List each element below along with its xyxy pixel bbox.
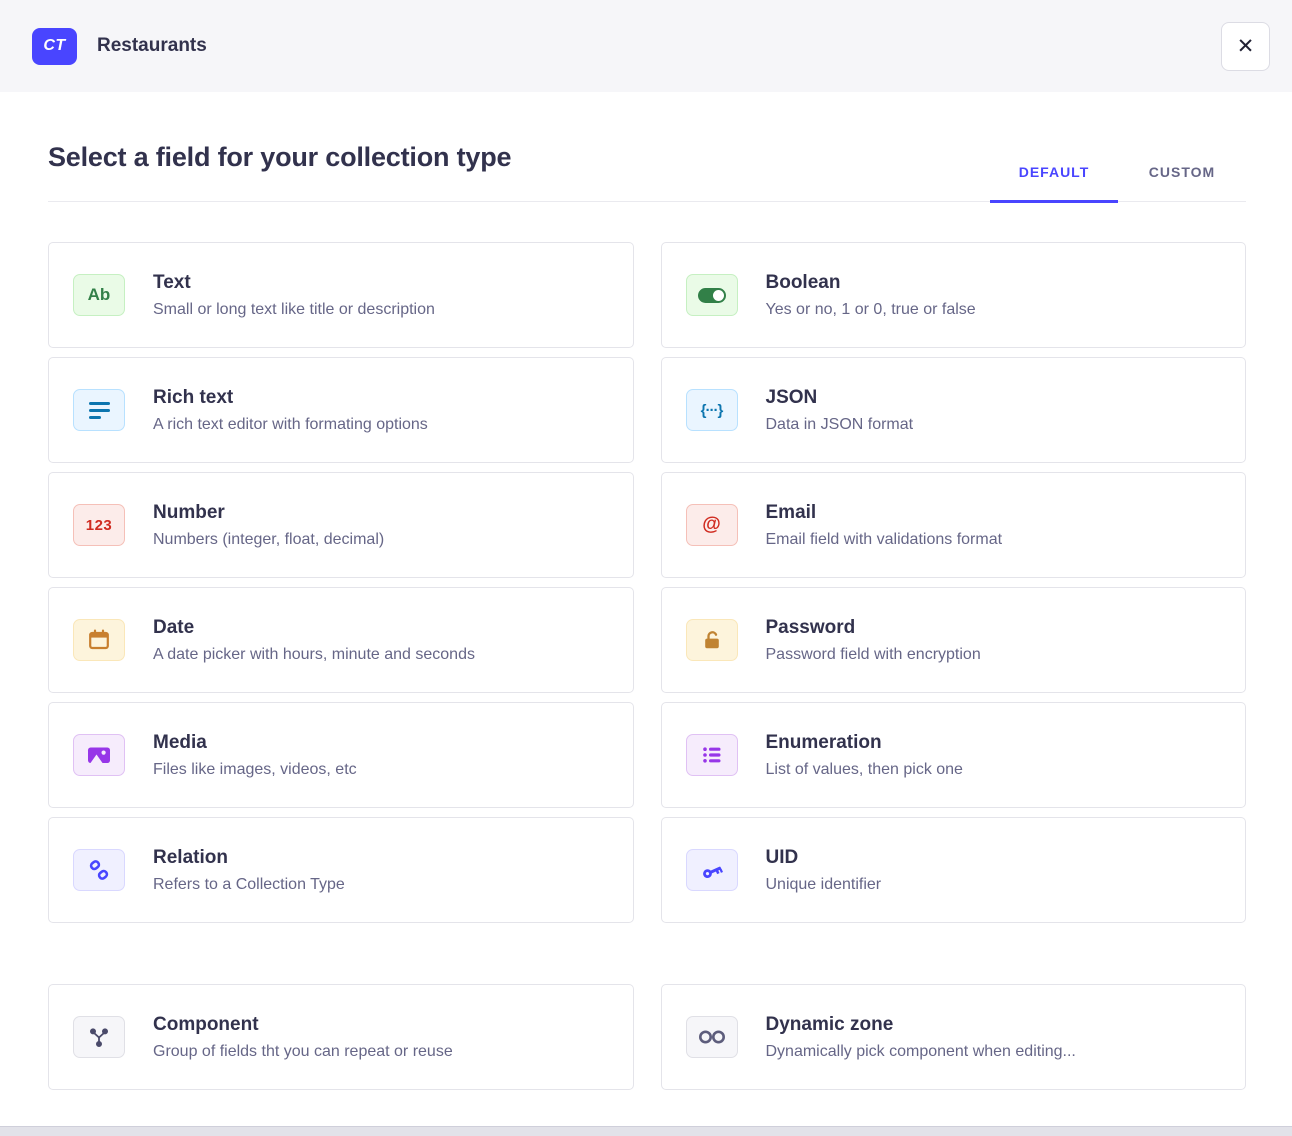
chain-link-icon xyxy=(73,849,125,891)
field-description: Email field with validations format xyxy=(766,531,1003,549)
field-card-boolean[interactable]: Boolean Yes or no, 1 or 0, true or false xyxy=(661,242,1247,348)
card-text: Password Password field with encryption xyxy=(766,617,981,664)
field-name: Text xyxy=(153,272,435,294)
card-text: Number Numbers (integer, float, decimal) xyxy=(153,502,384,549)
field-description: Small or long text like title or descrip… xyxy=(153,301,435,319)
bullet-list-icon xyxy=(686,734,738,776)
field-name: Password xyxy=(766,617,981,639)
infinity-icon xyxy=(686,1016,738,1058)
card-text: Date A date picker with hours, minute an… xyxy=(153,617,475,664)
card-text: Rich text A rich text editor with format… xyxy=(153,387,428,434)
modal-header: CT Restaurants ✕ xyxy=(0,0,1292,92)
digits-123-icon: 123 xyxy=(73,504,125,546)
field-description: Unique identifier xyxy=(766,876,882,894)
advanced-field-grid: Component Group of fields tht you can re… xyxy=(48,984,1246,1090)
field-name: UID xyxy=(766,847,882,869)
card-text: JSON Data in JSON format xyxy=(766,387,914,434)
tab-bar: DEFAULT CUSTOM xyxy=(990,150,1246,203)
field-card-media[interactable]: Media Files like images, videos, etc xyxy=(48,702,634,808)
field-description: Data in JSON format xyxy=(766,416,914,434)
field-name: Component xyxy=(153,1014,453,1036)
field-card-json[interactable]: {···} JSON Data in JSON format xyxy=(661,357,1247,463)
toggle-switch-icon xyxy=(686,274,738,316)
card-text: Media Files like images, videos, etc xyxy=(153,732,357,779)
field-name: Boolean xyxy=(766,272,976,294)
field-name: Rich text xyxy=(153,387,428,409)
field-grid: Ab Text Small or long text like title or… xyxy=(48,242,1246,923)
field-card-dynamic-zone[interactable]: Dynamic zone Dynamically pick component … xyxy=(661,984,1247,1090)
field-description: Yes or no, 1 or 0, true or false xyxy=(766,301,976,319)
field-card-enumeration[interactable]: Enumeration List of values, then pick on… xyxy=(661,702,1247,808)
field-description: Refers to a Collection Type xyxy=(153,876,345,894)
key-icon xyxy=(686,849,738,891)
card-text: Dynamic zone Dynamically pick component … xyxy=(766,1014,1076,1061)
close-button[interactable]: ✕ xyxy=(1221,22,1270,71)
field-description: A rich text editor with formating option… xyxy=(153,416,428,434)
text-lines-icon xyxy=(73,389,125,431)
footer-divider xyxy=(0,1126,1292,1136)
modal-body: Select a field for your collection type … xyxy=(0,142,1292,1090)
close-icon: ✕ xyxy=(1237,34,1255,59)
at-sign-icon: @ xyxy=(686,504,738,546)
field-name: Dynamic zone xyxy=(766,1014,1076,1036)
tab-custom[interactable]: CUSTOM xyxy=(1118,150,1246,203)
field-card-password[interactable]: Password Password field with encryption xyxy=(661,587,1247,693)
field-name: Media xyxy=(153,732,357,754)
calendar-icon xyxy=(73,619,125,661)
collection-type-badge: CT xyxy=(32,28,77,65)
field-card-uid[interactable]: UID Unique identifier xyxy=(661,817,1247,923)
card-text: Component Group of fields tht you can re… xyxy=(153,1014,453,1061)
card-text: Relation Refers to a Collection Type xyxy=(153,847,345,894)
collection-title: Restaurants xyxy=(97,35,1221,57)
field-card-relation[interactable]: Relation Refers to a Collection Type xyxy=(48,817,634,923)
field-description: Password field with encryption xyxy=(766,646,981,664)
field-description: A date picker with hours, minute and sec… xyxy=(153,646,475,664)
lock-open-icon xyxy=(686,619,738,661)
field-card-text[interactable]: Ab Text Small or long text like title or… xyxy=(48,242,634,348)
card-text: Text Small or long text like title or de… xyxy=(153,272,435,319)
field-description: Dynamically pick component when editing.… xyxy=(766,1043,1076,1061)
page-title: Select a field for your collection type xyxy=(48,142,511,201)
field-name: Relation xyxy=(153,847,345,869)
field-name: JSON xyxy=(766,387,914,409)
field-description: Group of fields tht you can repeat or re… xyxy=(153,1043,453,1061)
field-card-number[interactable]: 123 Number Numbers (integer, float, deci… xyxy=(48,472,634,578)
field-card-date[interactable]: Date A date picker with hours, minute an… xyxy=(48,587,634,693)
field-name: Enumeration xyxy=(766,732,963,754)
field-card-rich-text[interactable]: Rich text A rich text editor with format… xyxy=(48,357,634,463)
picture-icon xyxy=(73,734,125,776)
card-text: Email Email field with validations forma… xyxy=(766,502,1003,549)
card-text: Boolean Yes or no, 1 or 0, true or false xyxy=(766,272,976,319)
card-text: UID Unique identifier xyxy=(766,847,882,894)
field-card-component[interactable]: Component Group of fields tht you can re… xyxy=(48,984,634,1090)
ab-letters-icon: Ab xyxy=(73,274,125,316)
card-text: Enumeration List of values, then pick on… xyxy=(766,732,963,779)
field-description: List of values, then pick one xyxy=(766,761,963,779)
tab-default[interactable]: DEFAULT xyxy=(990,150,1118,203)
curly-braces-icon: {···} xyxy=(686,389,738,431)
field-description: Files like images, videos, etc xyxy=(153,761,357,779)
title-row: Select a field for your collection type … xyxy=(48,142,1246,202)
field-name: Date xyxy=(153,617,475,639)
field-card-email[interactable]: @ Email Email field with validations for… xyxy=(661,472,1247,578)
field-description: Numbers (integer, float, decimal) xyxy=(153,531,384,549)
field-name: Number xyxy=(153,502,384,524)
field-name: Email xyxy=(766,502,1003,524)
node-tree-icon xyxy=(73,1016,125,1058)
